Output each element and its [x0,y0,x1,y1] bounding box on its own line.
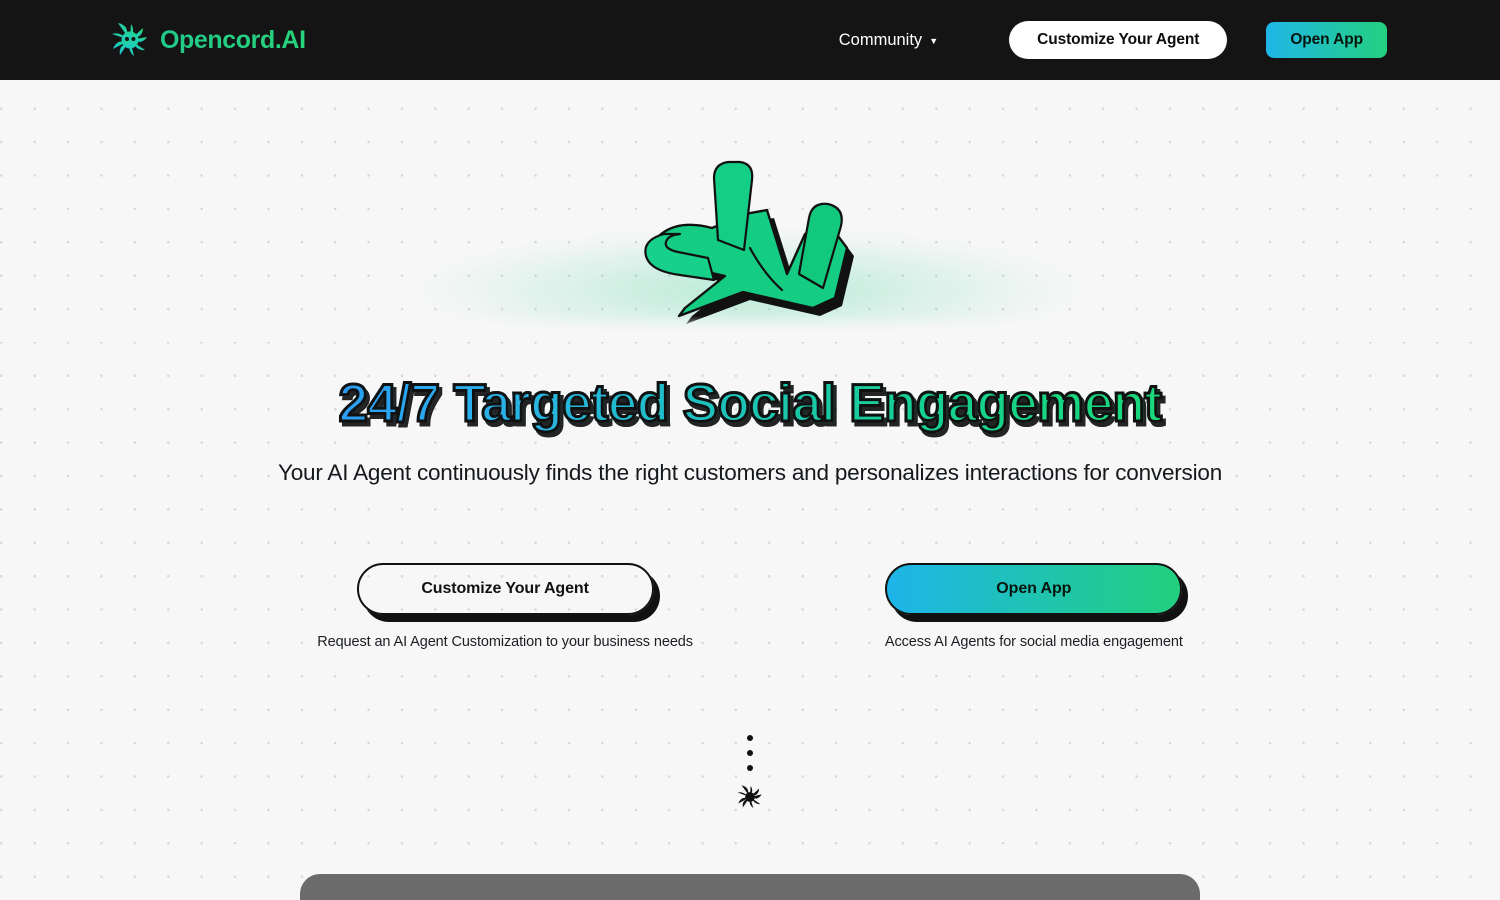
site-header: Opencord.AI Community ▼ Customize Your A… [0,0,1500,80]
cta-row: Customize Your Agent Request an AI Agent… [0,563,1500,650]
open-app-caption: Access AI Agents for social media engage… [884,634,1183,650]
scroll-indicator[interactable] [737,735,763,810]
scroll-dot-2 [747,750,753,756]
scroll-dot-3 [747,765,753,771]
landing-page: Opencord.AI Community ▼ Customize Your A… [0,0,1500,900]
brand-name: Opencord.AI [160,25,306,54]
page-subtitle: Your AI Agent continuously finds the rig… [277,460,1223,485]
bottom-section-panel [300,874,1200,900]
nav-item-community[interactable]: Community ▼ [839,31,938,50]
hero-illustration [0,80,1500,342]
cta-open-app: Open App Access AI Agents for social med… [885,563,1183,650]
nav-item-community-label: Community [838,30,923,49]
spiral-starburst-icon [737,784,763,810]
cta-customize-agent: Customize Your Agent Request an AI Agent… [317,563,693,650]
green-hand-illustration [600,152,900,342]
page-title-text: 24/7 Targeted Social Engagement [337,373,1163,435]
page-title: 24/7 Targeted Social Engagement [0,372,1500,436]
customize-your-agent-caption: Request an AI Agent Customization to you… [317,634,693,650]
header-customize-agent-button[interactable]: Customize Your Agent [1009,21,1228,59]
header-nav: Community ▼ Customize Your Agent Open Ap… [839,0,1387,80]
chevron-down-icon: ▼ [929,35,939,46]
spiral-starburst-icon [110,20,150,60]
open-app-button[interactable]: Open App [885,563,1183,615]
brand-logo[interactable]: Opencord.AI [110,0,306,80]
header-open-app-button[interactable]: Open App [1266,22,1387,58]
illustration-fade [0,316,1500,342]
scroll-dot-1 [747,735,753,741]
customize-your-agent-button[interactable]: Customize Your Agent [356,563,654,615]
